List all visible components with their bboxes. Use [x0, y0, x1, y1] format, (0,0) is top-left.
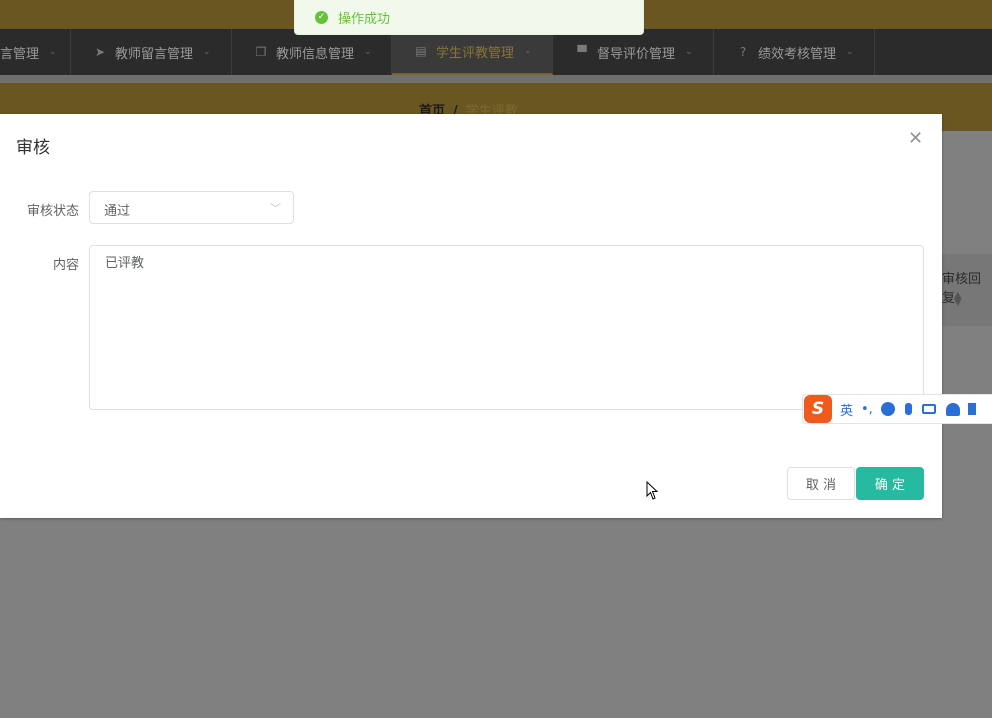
nav-item-supervisor-evaluation[interactable]: ▀ 督导评价管理 ⌄	[553, 29, 714, 75]
nav-item-label: 学生评教管理	[436, 45, 515, 61]
sogou-logo-icon[interactable]: S	[804, 395, 832, 423]
help-circle-icon: ?	[739, 45, 747, 59]
close-icon[interactable]: ✕	[908, 130, 923, 148]
nav-item-label: 教师信息管理	[276, 46, 355, 62]
nav-item-student-evaluation[interactable]: ▤ 学生评教管理 ⌄	[392, 29, 553, 75]
monitor-icon: ▀	[577, 45, 587, 59]
nav-item-label: 言管理	[0, 46, 40, 62]
chevron-down-icon: ⌄	[203, 47, 211, 57]
nav-item-performance[interactable]: ? 绩效考核管理 ⌄	[714, 29, 875, 75]
content-label: 内容	[52, 258, 79, 273]
chevron-down-icon: ⌄	[524, 46, 532, 56]
status-select-value: 通过	[104, 204, 131, 219]
microphone-icon[interactable]	[904, 403, 912, 415]
ime-toolbar: S 英 •,	[802, 394, 992, 424]
main-navigation: 言管理 ⌄ ➤ 教师留言管理 ⌄ ❐ 教师信息管理 ⌄ ▤ 学生评教管理 ⌄ ▀…	[0, 29, 992, 75]
emoji-icon[interactable]	[880, 402, 895, 416]
ime-mode-toggle[interactable]: 英	[840, 400, 853, 419]
toast-message: 操作成功	[338, 11, 391, 27]
success-toast: ✓ 操作成功	[294, 0, 644, 35]
nav-item-label: 绩效考核管理	[758, 46, 837, 62]
send-icon: ➤	[94, 45, 106, 59]
chevron-down-icon: ﹀	[270, 202, 281, 215]
review-dialog: 审核 ✕ 审核状态 通过 ﹀ 内容 已评教 取 消 确 定	[0, 114, 942, 518]
chevron-down-icon: ⌄	[49, 47, 57, 57]
confirm-button[interactable]: 确 定	[856, 467, 924, 500]
keyboard-icon[interactable]	[921, 404, 936, 414]
check-circle-icon: ✓	[315, 10, 328, 24]
nav-item-label: 教师留言管理	[115, 46, 194, 62]
user-icon[interactable]	[945, 402, 960, 416]
cancel-button[interactable]: 取 消	[787, 467, 855, 500]
nav-item-teacher-message[interactable]: ➤ 教师留言管理 ⌄	[71, 29, 232, 75]
sort-icon[interactable]: ▲ ▼	[954, 291, 962, 308]
skin-icon[interactable]	[967, 403, 976, 415]
nav-item-message-management[interactable]: 言管理 ⌄	[0, 29, 71, 75]
chevron-down-icon: ⌄	[364, 47, 372, 57]
copy-icon: ❐	[255, 45, 267, 59]
chevron-down-icon: ⌄	[685, 47, 693, 57]
ime-punct-toggle[interactable]: •,	[861, 402, 873, 417]
dialog-title: 审核	[16, 138, 50, 158]
nav-item-teacher-info[interactable]: ❐ 教师信息管理 ⌄	[232, 29, 392, 75]
status-select[interactable]: 通过 ﹀	[89, 191, 294, 224]
nav-item-label: 督导评价管理	[597, 46, 676, 62]
nav-divider	[0, 75, 992, 83]
chevron-down-icon: ⌄	[846, 47, 854, 57]
status-label: 审核状态	[26, 204, 79, 219]
content-textarea[interactable]: 已评教	[89, 245, 924, 410]
table-header-label: 审核回复	[942, 272, 982, 306]
clipboard-icon: ▤	[415, 44, 427, 58]
